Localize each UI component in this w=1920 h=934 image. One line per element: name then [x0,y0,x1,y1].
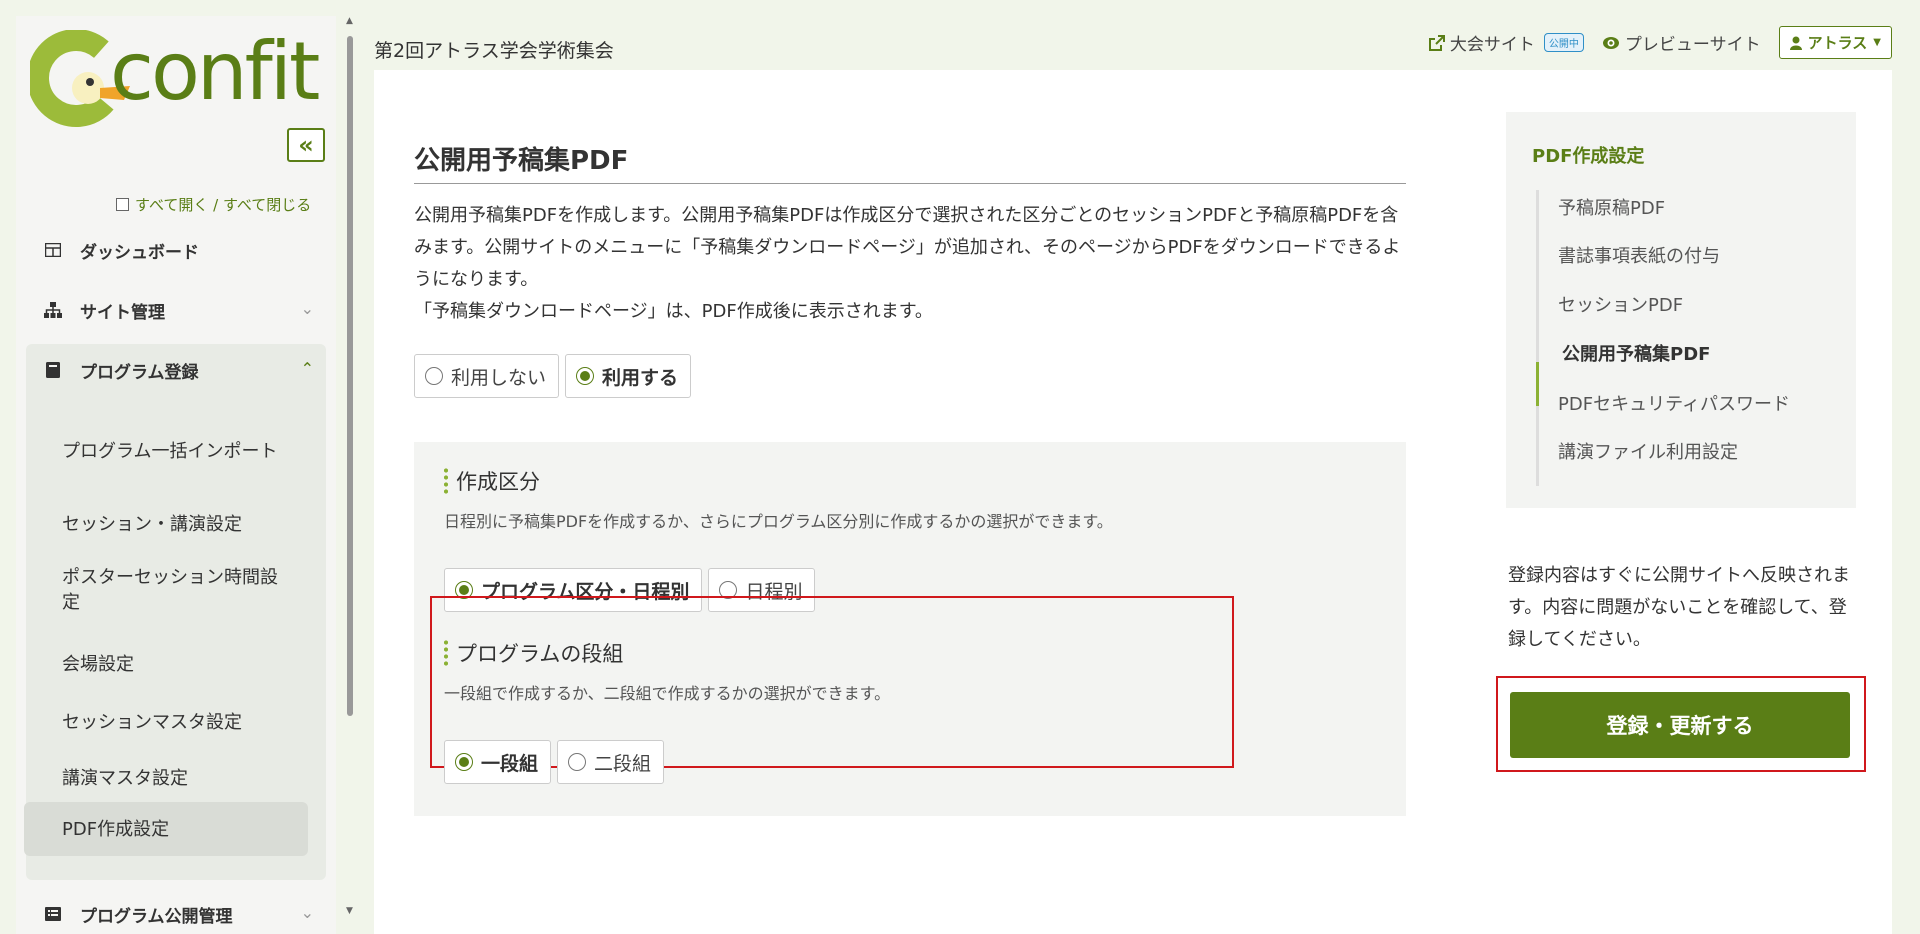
radio-label: 一段組 [481,752,539,775]
top-bar: 第2回アトラス学会学術集会 大会サイト 公開中 プレビューサイト アトラス ▼ [372,16,1892,70]
radio-label: 利用する [602,366,679,389]
list-icon [44,905,62,923]
sidebar-item-label: プログラム公開管理 [80,906,233,927]
sidebar-item-dashboard[interactable]: ダッシュボード [16,230,336,270]
sidebar-subitem-session-master[interactable]: セッションマスタ設定 [24,702,308,742]
description-note: 「予稿集ダウンロードページ」は、PDF作成後に表示されます。 [414,301,933,322]
radio-selected-icon [455,753,473,771]
sidebar-subitem-label: PDF作成設定 [62,818,170,840]
conference-site-link[interactable]: 大会サイト 公開中 [1428,30,1584,55]
collapse-sidebar-button[interactable]: « [287,128,325,162]
event-title: 第2回アトラス学会学術集会 [374,40,614,62]
page-description: 公開用予稿集PDFを作成します。公開用予稿集PDFは作成区分で選択された区分ごと… [414,200,1414,328]
radio-not-use[interactable]: 利用しない [414,354,560,398]
dashboard-icon [44,241,62,259]
sidebar-subitem-label: 講演マスタ設定 [62,767,188,789]
toc-item-public-proceedings-pdf[interactable]: 公開用予稿集PDF [1562,340,1710,366]
sidebar-item-program-publish[interactable]: プログラム公開管理 ⌄ [16,894,336,934]
sidebar-subitem-program-import[interactable]: プログラム一括インポート [24,424,308,478]
sidebar-subitem-label: プログラム一括インポート [62,440,278,462]
eye-icon [1602,36,1619,49]
radio-icon [568,753,587,771]
caret-down-icon: ▼ [1873,37,1881,48]
sidebar-subitem-label: セッション・講演設定 [62,513,242,535]
sitemap-icon [44,301,62,319]
sidebar-scrollbar[interactable]: ▲ ▼ [346,16,354,916]
toc-title: PDF作成設定 [1532,146,1645,167]
scroll-down-arrow-icon[interactable]: ▼ [346,906,353,916]
scroll-up-arrow-icon[interactable]: ▲ [346,16,353,26]
preview-site-link[interactable]: プレビューサイト [1602,30,1761,55]
sidebar-subitem-poster-session-time[interactable]: ポスターセッション時間設定 [24,562,308,618]
sidebar-subitem-label: セッションマスタ設定 [62,711,242,733]
page-title: 公開用予稿集PDF [414,140,1406,184]
confit-logo[interactable]: confit [30,30,330,130]
radio-icon [425,367,443,385]
chevron-down-icon: ⌄ [300,299,314,318]
user-menu-button[interactable]: アトラス ▼ [1778,26,1892,59]
public-status-badge: 公開中 [1543,33,1584,52]
radio-single-column[interactable]: 一段組 [444,740,552,784]
toc-active-indicator [1536,362,1539,406]
section-marker-icon [444,467,448,495]
book-icon [44,361,62,379]
creation-section-description: 日程別に予稿集PDFを作成するか、さらにプログラム区分別に作成するかの選択ができ… [444,512,1113,531]
toc-line [1536,190,1539,486]
sidebar-item-site-management[interactable]: サイト管理 ⌄ [16,290,336,330]
conference-site-label: 大会サイト [1449,35,1535,55]
section-marker-icon [444,639,448,667]
user-name: アトラス [1807,34,1868,52]
sidebar-item-program-registration[interactable]: プログラム登録 ⌃ [16,350,336,390]
sidebar-subitem-venue-settings[interactable]: 会場設定 [24,644,308,684]
radio-selected-icon [576,367,595,385]
radio-label: 二段組 [594,752,652,775]
column-section-title: プログラムの段組 [444,638,623,668]
creation-section-label: 作成区分 [456,470,540,494]
toc-item-session-pdf[interactable]: セッションPDF [1558,291,1683,317]
top-links: 大会サイト 公開中 プレビューサイト アトラス ▼ [1428,26,1892,59]
preview-site-label: プレビューサイト [1624,35,1761,55]
sidebar: confit « すべて開く / すべて閉じる ダッシュボード サイト管理 ⌄ … [16,16,336,934]
sidebar-item-label: プログラム登録 [80,362,199,383]
radio-use[interactable]: 利用する [565,354,692,398]
user-icon [1789,36,1802,50]
toc-item-manuscript-pdf[interactable]: 予稿原稿PDF [1558,194,1665,220]
settings-panel: 作成区分 日程別に予稿集PDFを作成するか、さらにプログラム区分別に作成するかの… [414,442,1406,816]
creation-section-title: 作成区分 [444,466,540,496]
column-section-label: プログラムの段組 [456,642,624,666]
chevron-down-icon: ⌄ [300,903,314,922]
toc-item-pdf-password[interactable]: PDFセキュリティパスワード [1558,390,1790,416]
submit-notice: 登録内容はすぐに公開サイトへ反映されます。内容に問題がないことを確認して、登録し… [1508,565,1850,650]
toc-item-lecture-file-settings[interactable]: 講演ファイル利用設定 [1558,438,1738,464]
sidebar-subitem-lecture-master[interactable]: 講演マスタ設定 [24,758,308,798]
expand-collapse-all-toggle[interactable]: すべて開く / すべて閉じる [116,194,311,215]
column-section-description: 一段組で作成するか、二段組で作成するかの選択ができます。 [444,684,891,703]
scrollbar-thumb[interactable] [347,36,353,716]
register-update-button[interactable]: 登録・更新する [1510,692,1850,758]
radio-label: 利用しない [451,366,547,389]
toc-item-bibliographic-cover[interactable]: 書誌事項表紙の付与 [1558,242,1720,268]
column-radio-group: 一段組 二段組 [444,740,665,784]
external-link-icon [1428,34,1445,51]
sidebar-item-label: サイト管理 [80,302,165,323]
pdf-settings-toc: PDF作成設定 予稿原稿PDF 書誌事項表紙の付与 セッションPDF 公開用予稿… [1506,112,1856,508]
sidebar-subitem-pdf-settings[interactable]: PDF作成設定 [24,802,308,856]
sidebar-item-label: ダッシュボード [80,242,199,263]
use-radio-group: 利用しない 利用する [414,354,692,398]
main-content: 公開用予稿集PDF 公開用予稿集PDFを作成します。公開用予稿集PDFは作成区分… [374,70,1892,934]
logo-text: confit [110,25,320,118]
sidebar-subitem-label: ポスターセッション時間設定 [62,567,278,613]
radio-two-column[interactable]: 二段組 [557,740,665,784]
chevron-up-icon: ⌃ [300,359,314,378]
expand-all-label: すべて開く / すべて閉じる [135,196,312,214]
description-main: 公開用予稿集PDFを作成します。公開用予稿集PDFは作成区分で選択された区分ごと… [414,205,1401,290]
sidebar-subitem-label: 会場設定 [62,653,134,675]
sidebar-subitem-session-settings[interactable]: セッション・講演設定 [24,504,308,544]
checkbox-icon [116,198,129,211]
